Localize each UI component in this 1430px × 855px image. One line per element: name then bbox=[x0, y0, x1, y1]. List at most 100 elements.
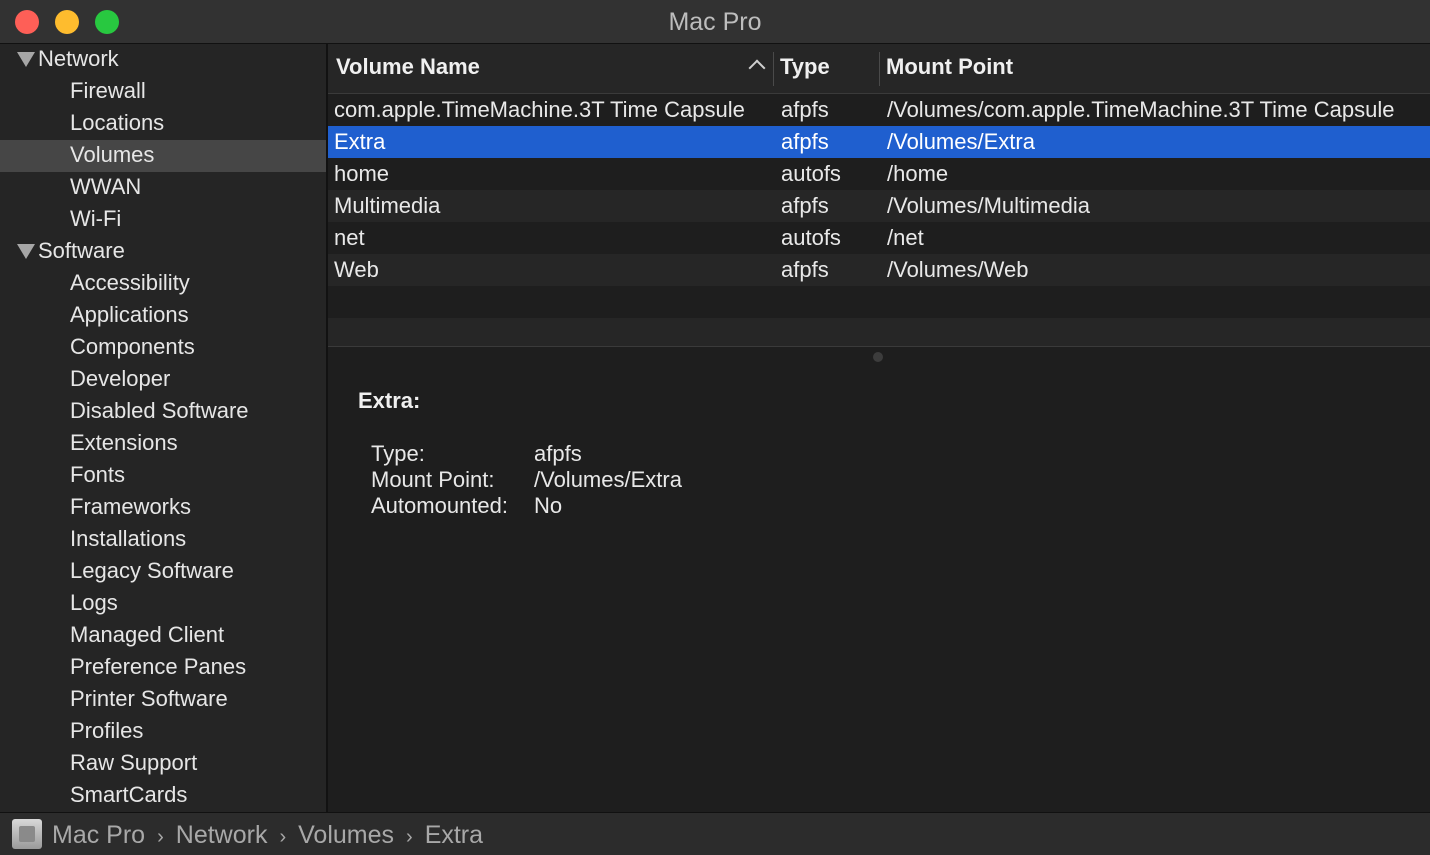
title-bar[interactable]: Mac Pro bbox=[0, 0, 1430, 44]
sidebar-group-network[interactable]: Network bbox=[0, 44, 326, 76]
breadcrumb-item[interactable]: Mac Pro bbox=[52, 821, 145, 849]
cell-type: afpfs bbox=[781, 97, 829, 122]
sidebar-item-label: Volumes bbox=[70, 142, 155, 167]
table-row[interactable]: net autofs /net bbox=[328, 222, 1430, 254]
chevron-right-icon: › bbox=[406, 826, 413, 848]
sidebar-item-label: Legacy Software bbox=[70, 558, 234, 583]
sidebar-item-label: Logs bbox=[70, 590, 118, 615]
sidebar-item-label: Components bbox=[70, 334, 195, 359]
column-header-mount-point[interactable]: Mount Point bbox=[886, 54, 1013, 80]
sidebar-item-wi-fi[interactable]: Wi-Fi bbox=[0, 204, 326, 236]
sidebar-item-label: Accessibility bbox=[70, 270, 190, 295]
table-header: Volume Name Type Mount Point bbox=[328, 44, 1430, 94]
cell-mount-point: /net bbox=[887, 225, 924, 250]
sidebar-item-raw-support[interactable]: Raw Support bbox=[0, 748, 326, 780]
breadcrumb-item[interactable]: Network bbox=[176, 821, 268, 849]
table-row-selected[interactable]: Extra afpfs /Volumes/Extra bbox=[328, 126, 1430, 158]
disclosure-triangle-icon[interactable] bbox=[17, 244, 35, 259]
detail-label-type: Type: bbox=[371, 441, 425, 466]
detail-label-automounted: Automounted: bbox=[371, 493, 508, 518]
cell-volume-name: Web bbox=[334, 257, 379, 282]
sidebar-item-label: WWAN bbox=[70, 174, 142, 199]
sidebar-item-firewall[interactable]: Firewall bbox=[0, 76, 326, 108]
sidebar-item-label: Managed Client bbox=[70, 622, 225, 647]
sidebar-item-locations[interactable]: Locations bbox=[0, 108, 326, 140]
sidebar-item-profiles[interactable]: Profiles bbox=[0, 716, 326, 748]
sidebar-item-legacy-software[interactable]: Legacy Software bbox=[0, 556, 326, 588]
breadcrumb-item[interactable]: Volumes bbox=[298, 821, 394, 849]
sidebar-item-logs[interactable]: Logs bbox=[0, 588, 326, 620]
sidebar-item-label: Locations bbox=[70, 110, 165, 135]
sidebar-item-label: Developer bbox=[70, 366, 171, 391]
cell-volume-name: net bbox=[334, 225, 365, 250]
detail-label-mount-point: Mount Point: bbox=[371, 467, 495, 492]
column-header-type[interactable]: Type bbox=[780, 54, 830, 80]
sidebar-item-fonts[interactable]: Fonts bbox=[0, 460, 326, 492]
sidebar-item-disabled-software[interactable]: Disabled Software bbox=[0, 396, 326, 428]
chevron-right-icon: › bbox=[157, 826, 164, 848]
cell-type: afpfs bbox=[781, 129, 829, 154]
sidebar-item-smartcards[interactable]: SmartCards bbox=[0, 780, 326, 812]
sidebar-item-label: Applications bbox=[70, 302, 189, 327]
column-resize-handle[interactable] bbox=[773, 52, 774, 86]
sidebar-item-components[interactable]: Components bbox=[0, 332, 326, 364]
sidebar-group-software[interactable]: Software bbox=[0, 236, 326, 268]
cell-type: afpfs bbox=[781, 193, 829, 218]
detail-value-mount-point: /Volumes/Extra bbox=[534, 467, 682, 492]
divider-handle-icon[interactable] bbox=[873, 352, 883, 362]
sidebar-item-label: Installations bbox=[70, 526, 187, 551]
table-row[interactable]: com.apple.TimeMachine.3T Time Capsule af… bbox=[328, 94, 1430, 126]
split-view-divider[interactable] bbox=[328, 346, 1430, 367]
empty-table-row bbox=[328, 318, 1430, 346]
table-row[interactable]: Multimedia afpfs /Volumes/Multimedia bbox=[328, 190, 1430, 222]
table-row[interactable]: Web afpfs /Volumes/Web bbox=[328, 254, 1430, 286]
cell-volume-name: com.apple.TimeMachine.3T Time Capsule bbox=[334, 97, 745, 122]
window-title: Mac Pro bbox=[668, 8, 762, 36]
sidebar-item-frameworks[interactable]: Frameworks bbox=[0, 492, 326, 524]
column-header-volume-name[interactable]: Volume Name bbox=[336, 54, 480, 80]
sidebar-item-preference-panes[interactable]: Preference Panes bbox=[0, 652, 326, 684]
cell-type: afpfs bbox=[781, 257, 829, 282]
sidebar-item-label: SmartCards bbox=[70, 782, 188, 807]
detail-pane: Extra: Type: afpfs Mount Point: /Volumes… bbox=[328, 366, 1430, 812]
path-bar: Mac Pro › Network › Volumes › Extra bbox=[0, 812, 1430, 855]
sidebar-item-label: Wi-Fi bbox=[70, 206, 122, 231]
cell-mount-point: /Volumes/com.apple.TimeMachine.3T Time C… bbox=[887, 97, 1395, 122]
sidebar-item-accessibility[interactable]: Accessibility bbox=[0, 268, 326, 300]
sidebar-item-label: Printer Software bbox=[70, 686, 228, 711]
sidebar-item-developer[interactable]: Developer bbox=[0, 364, 326, 396]
sidebar-item-label: Disabled Software bbox=[70, 398, 249, 423]
system-information-window: Mac Pro Network Firewall Locations Volum… bbox=[0, 0, 1430, 855]
sidebar-item-label: Profiles bbox=[70, 718, 144, 743]
sidebar-item-managed-client[interactable]: Managed Client bbox=[0, 620, 326, 652]
sort-ascending-icon[interactable] bbox=[748, 59, 766, 77]
sidebar-group-label: Software bbox=[38, 238, 125, 263]
disclosure-triangle-icon[interactable] bbox=[17, 52, 35, 67]
sidebar-item-label: Fonts bbox=[70, 462, 126, 487]
sidebar-item-wwan[interactable]: WWAN bbox=[0, 172, 326, 204]
sidebar-item-label: Frameworks bbox=[70, 494, 192, 519]
breadcrumb-item[interactable]: Extra bbox=[425, 821, 483, 849]
sidebar-item-label: Preference Panes bbox=[70, 654, 247, 679]
sidebar-item-printer-software[interactable]: Printer Software bbox=[0, 684, 326, 716]
cell-type: autofs bbox=[781, 225, 841, 250]
detail-value-type: afpfs bbox=[534, 441, 582, 466]
sidebar-item-label: Raw Support bbox=[70, 750, 198, 775]
breadcrumb: Mac Pro › Network › Volumes › Extra bbox=[52, 821, 483, 850]
chevron-right-icon: › bbox=[279, 826, 287, 848]
table-row[interactable]: home autofs /home bbox=[328, 158, 1430, 190]
detail-value-automounted: No bbox=[534, 493, 563, 518]
cell-volume-name: Extra bbox=[334, 129, 386, 154]
sidebar-item-installations[interactable]: Installations bbox=[0, 524, 326, 556]
cell-volume-name: home bbox=[334, 161, 390, 186]
sidebar-group-label: Network bbox=[38, 46, 119, 71]
detail-title: Extra: bbox=[358, 388, 421, 413]
cell-mount-point: /Volumes/Extra bbox=[887, 129, 1035, 154]
cell-mount-point: /Volumes/Web bbox=[887, 257, 1029, 282]
sidebar-item-extensions[interactable]: Extensions bbox=[0, 428, 326, 460]
sidebar-item-applications[interactable]: Applications bbox=[0, 300, 326, 332]
sidebar-item-label: Extensions bbox=[70, 430, 178, 455]
sidebar-item-volumes[interactable]: Volumes bbox=[0, 140, 326, 172]
column-resize-handle[interactable] bbox=[879, 52, 880, 86]
empty-table-row bbox=[328, 286, 1430, 318]
